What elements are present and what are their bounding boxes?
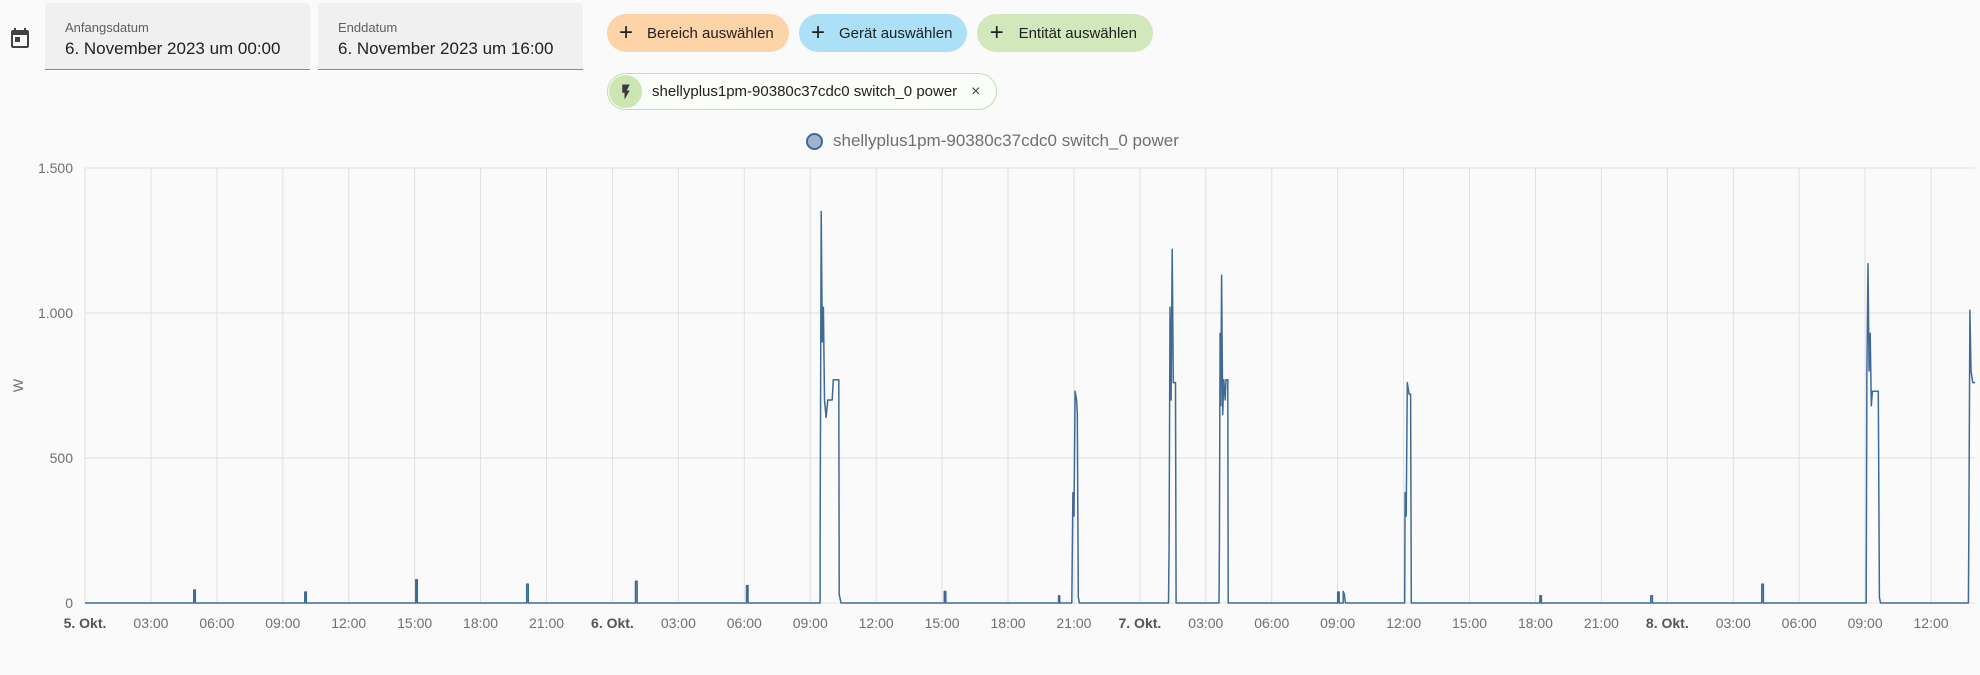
history-chart[interactable]: 5. Okt. 03:00 06:00 09:00 12:00 15:00 18:00 21:…: [0, 0, 1980, 675]
x-tick-label: 03:00: [1716, 615, 1751, 631]
x-tick-label: 12:00: [1914, 615, 1949, 631]
x-tick-label: 21:00: [1584, 615, 1619, 631]
x-tick-label: 06:00: [199, 615, 234, 631]
x-tick-label: 21:00: [529, 615, 564, 631]
x-tick-label: 06:00: [727, 615, 762, 631]
x-tick-label: 09:00: [265, 615, 300, 631]
x-tick-label: 09:00: [1848, 615, 1883, 631]
x-tick-label: 21:00: [1056, 615, 1091, 631]
x-tick-label: 18:00: [1518, 615, 1553, 631]
x-tick-label: 12:00: [859, 615, 894, 631]
y-tick-label: 0: [65, 595, 73, 611]
x-tick-label: 12:00: [1386, 615, 1421, 631]
x-tick-label: 8. Okt.: [1646, 615, 1689, 631]
x-tick-label: 03:00: [1188, 615, 1223, 631]
x-tick-label: 03:00: [661, 615, 696, 631]
x-tick-label: 09:00: [1320, 615, 1355, 631]
x-tick-label: 03:00: [133, 615, 168, 631]
x-tick-label: 18:00: [990, 615, 1025, 631]
x-tick-label: 15:00: [1452, 615, 1487, 631]
x-tick-label: 18:00: [463, 615, 498, 631]
series-line[interactable]: [85, 210, 1975, 604]
x-tick-label: 06:00: [1254, 615, 1289, 631]
y-tick-label: 1.000: [38, 305, 73, 321]
x-tick-label: 15:00: [397, 615, 432, 631]
x-tick-label: 12:00: [331, 615, 366, 631]
x-tick-label: 7. Okt.: [1118, 615, 1161, 631]
y-tick-label: 1.500: [38, 160, 73, 176]
x-tick-label: 06:00: [1782, 615, 1817, 631]
x-tick-label: 6. Okt.: [591, 615, 634, 631]
x-tick-label: 5. Okt.: [64, 615, 107, 631]
y-tick-label: 500: [50, 450, 74, 466]
x-tick-label: 09:00: [793, 615, 828, 631]
x-tick-label: 15:00: [925, 615, 960, 631]
y-axis-label: W: [10, 378, 26, 392]
